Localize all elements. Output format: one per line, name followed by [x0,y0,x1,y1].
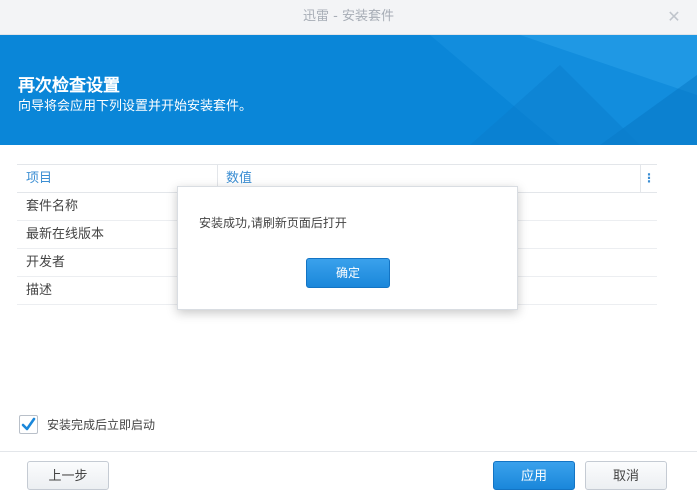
header-banner: 再次检查设置 向导将会应用下列设置并开始安装套件。 [0,35,697,145]
row-item-label: 描述 [26,283,53,298]
window-title: 迅雷 - 安装套件 [303,9,394,24]
ok-button[interactable]: 确定 [306,258,390,288]
banner-subtitle: 向导将会应用下列设置并开始安装套件。 [18,99,253,114]
banner-title: 再次检查设置 [18,76,120,96]
start-after-install-label: 安装完成后立即启动 [47,418,156,432]
checkmark-icon [21,417,36,431]
column-header-item[interactable]: 项目 [26,165,52,192]
row-item-label: 开发者 [26,255,66,270]
column-menu-icon[interactable]: ⋮ [641,165,657,192]
row-item-label: 套件名称 [26,199,79,214]
apply-button[interactable]: 应用 [493,461,575,490]
close-icon[interactable]: ✕ [665,0,683,34]
cancel-button[interactable]: 取消 [585,461,667,490]
window-titlebar: 迅雷 - 安装套件 ✕ [0,0,697,35]
back-button[interactable]: 上一步 [27,461,109,490]
footer-divider [0,451,697,452]
dialog-message: 安装成功,请刷新页面后打开 [199,216,347,230]
start-after-install-checkbox[interactable] [19,415,38,434]
row-item-label: 最新在线版本 [26,227,105,242]
success-dialog: 安装成功,请刷新页面后打开 确定 [177,186,518,310]
